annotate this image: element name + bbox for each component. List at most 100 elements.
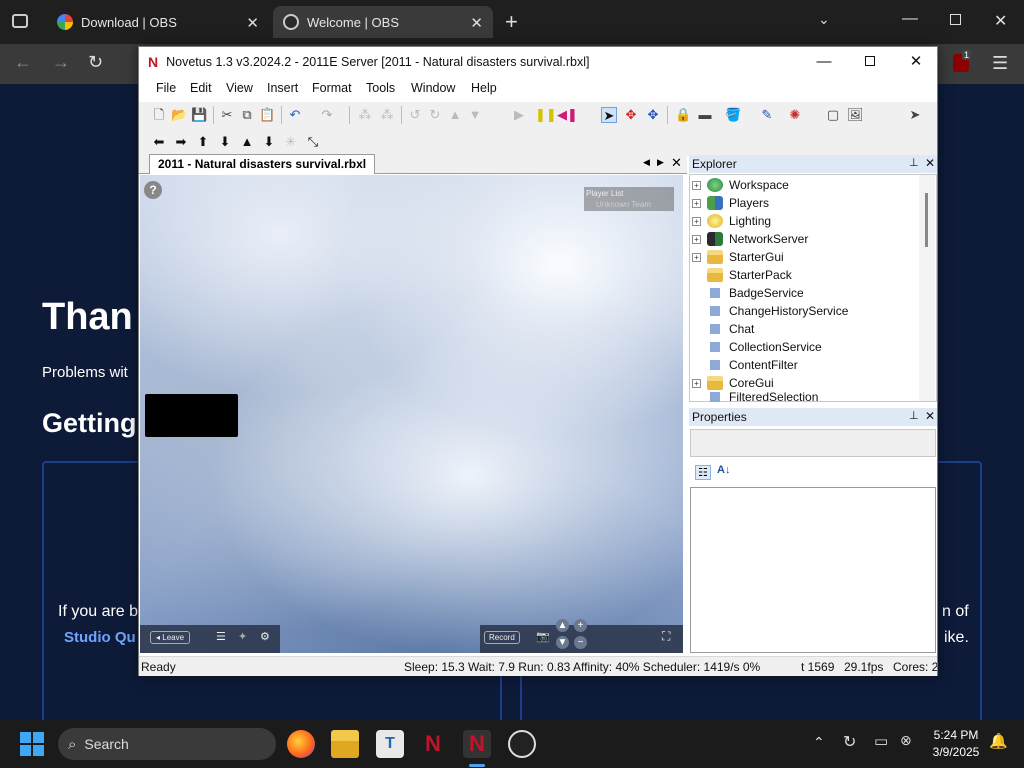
display-icon[interactable]: ▭: [874, 732, 888, 750]
move-up-icon[interactable]: ▲: [447, 107, 463, 123]
ungroup-icon[interactable]: ⁂: [379, 107, 395, 123]
scrollbar-thumb[interactable]: [925, 193, 928, 247]
windows-start-icon[interactable]: [20, 732, 44, 756]
close-tab-icon[interactable]: ✕: [246, 14, 259, 32]
pointer-icon[interactable]: ➤: [907, 107, 923, 123]
taskbar-search-box[interactable]: ⌕ Search: [58, 728, 276, 760]
minimize-button[interactable]: —: [801, 47, 847, 77]
explorer-scrollbar[interactable]: [919, 175, 935, 401]
tab-list-icon[interactable]: [12, 14, 28, 28]
novetus-active-taskbar-icon[interactable]: N: [463, 730, 491, 758]
group-icon[interactable]: ⁂: [357, 107, 373, 123]
clock[interactable]: 5:24 PM 3/9/2025: [928, 728, 984, 759]
move-down-icon[interactable]: ▼: [467, 107, 483, 123]
explorer-item[interactable]: StarterPack: [692, 266, 792, 284]
explorer-item[interactable]: + Players: [692, 194, 769, 212]
undo-icon[interactable]: ↶: [287, 107, 303, 123]
lock-icon[interactable]: 🔒: [675, 107, 691, 123]
forward-icon[interactable]: →: [52, 52, 70, 73]
screenshot-icon[interactable]: 📷: [536, 630, 550, 643]
explorer-item[interactable]: + Lighting: [692, 212, 771, 230]
new-tab-button[interactable]: +: [505, 9, 518, 35]
game-viewport[interactable]: ? Player List Unknown Team ◂ Leave ☰ ✦ ⚙…: [140, 175, 683, 653]
sync-icon[interactable]: ↻: [843, 732, 856, 752]
play-icon[interactable]: ▶: [511, 107, 527, 123]
camera-zoom-plus-icon[interactable]: +: [574, 619, 587, 632]
open-folder-icon[interactable]: 📂: [171, 107, 187, 123]
record-button[interactable]: Record: [484, 631, 520, 644]
close-document-icon[interactable]: ✕: [671, 155, 682, 171]
tab-scroll-right-icon[interactable]: ▶: [657, 157, 664, 168]
paste-icon[interactable]: 📋: [259, 107, 275, 123]
anchor-icon[interactable]: ▬: [697, 107, 713, 123]
menu-format[interactable]: Format: [312, 81, 352, 95]
maximize-button[interactable]: [847, 47, 893, 77]
copy-icon[interactable]: ⧉: [239, 107, 255, 123]
menu-help[interactable]: Help: [471, 81, 497, 95]
card-link[interactable]: Studio Qu: [64, 629, 136, 646]
expand-icon[interactable]: +: [692, 198, 701, 208]
properties-filter-box[interactable]: [690, 429, 936, 457]
hud-settings-icon[interactable]: ⚙: [260, 630, 270, 643]
tilt-down-icon[interactable]: ⬇: [217, 134, 233, 150]
close-browser-button[interactable]: ✕: [994, 11, 1007, 31]
tilt-up-icon[interactable]: ⬆: [195, 134, 211, 150]
document-tab[interactable]: 2011 - Natural disasters survival.rbxl: [149, 154, 376, 174]
explorer-item[interactable]: + NetworkServer: [692, 230, 808, 248]
zoom-extents-icon[interactable]: ⤡: [305, 134, 321, 150]
expand-icon[interactable]: +: [692, 234, 701, 244]
menu-edit[interactable]: Edit: [190, 81, 212, 95]
rotate-right-icon[interactable]: ↻: [427, 107, 443, 123]
file-explorer-icon[interactable]: [331, 730, 359, 758]
redo-icon[interactable]: ↷: [319, 107, 335, 123]
dropper-icon[interactable]: ✎: [759, 107, 775, 123]
notification-bell-icon[interactable]: 🔔: [989, 732, 1008, 750]
move-tool-icon[interactable]: ✥: [623, 107, 639, 123]
window-title-bar[interactable]: N Novetus 1.3 v3.2024.2 - 2011E Server […: [139, 47, 937, 77]
tab-scroll-left-icon[interactable]: ◀: [643, 157, 650, 168]
look-at-icon[interactable]: ✳: [283, 134, 299, 150]
image-icon[interactable]: 🖼: [847, 107, 864, 123]
resize-tool-icon[interactable]: ✥: [645, 107, 661, 123]
properties-close-icon[interactable]: ✕: [925, 409, 935, 423]
sort-alpha-icon[interactable]: A↓: [717, 464, 730, 476]
pan-right-icon[interactable]: ➡: [173, 134, 189, 150]
expand-icon[interactable]: +: [692, 216, 701, 226]
explorer-item[interactable]: + CoreGui: [692, 374, 774, 392]
menu-tools[interactable]: Tools: [366, 81, 395, 95]
explorer-item[interactable]: FilteredSelection: [692, 392, 818, 402]
leave-button[interactable]: ◂ Leave: [150, 631, 191, 644]
camera-zoom-minus-icon[interactable]: −: [574, 636, 587, 649]
explorer-item[interactable]: BadgeService: [692, 284, 804, 302]
cut-icon[interactable]: ✂: [219, 107, 235, 123]
firefox-icon[interactable]: [287, 730, 315, 758]
obs-taskbar-icon[interactable]: [508, 730, 536, 758]
expand-icon[interactable]: +: [692, 180, 701, 190]
zoom-in-icon[interactable]: ▲: [239, 134, 255, 150]
explorer-item[interactable]: Chat: [692, 320, 754, 338]
reload-icon[interactable]: ↻: [88, 52, 103, 73]
hud-tools-icon[interactable]: ✦: [238, 630, 247, 643]
tray-chevron-icon[interactable]: ⌃: [813, 734, 825, 751]
explorer-item[interactable]: ChangeHistoryService: [692, 302, 848, 320]
rotate-left-icon[interactable]: ↺: [407, 107, 423, 123]
explorer-item[interactable]: CollectionService: [692, 338, 822, 356]
help-icon[interactable]: ?: [144, 181, 162, 199]
surface-icon[interactable]: ✺: [787, 107, 803, 123]
explorer-item[interactable]: ContentFilter: [692, 356, 798, 374]
pause-icon[interactable]: ❚❚: [535, 107, 557, 123]
categorized-icon[interactable]: ☷: [695, 465, 711, 480]
menu-window[interactable]: Window: [411, 81, 455, 95]
new-file-icon[interactable]: 🗋: [151, 107, 167, 123]
explorer-item[interactable]: + Workspace: [692, 176, 789, 194]
explorer-item[interactable]: + StarterGui: [692, 248, 784, 266]
browser-tab-download-obs[interactable]: Download | OBS ✕: [47, 6, 269, 38]
minimize-browser-button[interactable]: —: [902, 10, 918, 28]
save-icon[interactable]: 💾: [191, 107, 207, 123]
menu-insert[interactable]: Insert: [267, 81, 298, 95]
novetus-taskbar-icon[interactable]: N: [419, 730, 447, 758]
network-icon[interactable]: ⊗: [900, 732, 912, 749]
menu-view[interactable]: View: [226, 81, 253, 95]
camera-zoom-in-icon[interactable]: ▲: [556, 619, 569, 632]
paint-bucket-icon[interactable]: 🪣: [725, 107, 741, 123]
